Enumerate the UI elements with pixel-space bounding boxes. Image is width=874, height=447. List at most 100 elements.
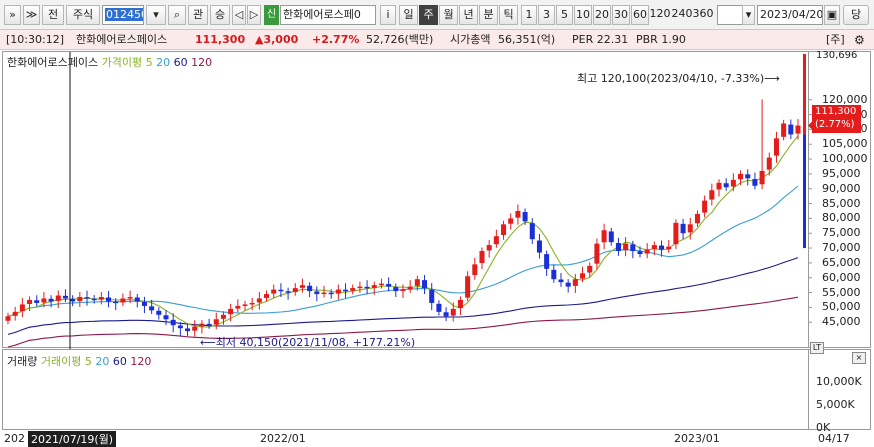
legend-volume-name: 거래량 xyxy=(7,355,38,368)
candle-body xyxy=(493,236,499,245)
price-ma5-line xyxy=(7,135,799,328)
legend-vol-ma5: 5 xyxy=(84,355,92,368)
candle-body xyxy=(386,283,392,287)
volume-axis-label: 10,000K xyxy=(816,375,862,389)
candle-body xyxy=(48,298,54,302)
candle-body xyxy=(120,298,126,303)
x-axis-label-2023: 2023/01 xyxy=(674,432,720,445)
candle-body xyxy=(170,319,176,326)
candle-body xyxy=(77,297,83,302)
candle-body xyxy=(716,182,722,190)
candle-body xyxy=(55,295,61,301)
current-price-pct: (2.77%) xyxy=(815,119,855,130)
price-legend: 한화에어로스페이스 가격이평 5 20 60 120 xyxy=(7,54,212,70)
price-axis-label: 65,000 xyxy=(822,255,861,269)
candle-body xyxy=(508,218,514,224)
candle-body xyxy=(766,157,772,170)
candle-body xyxy=(228,308,234,315)
candle-body xyxy=(486,245,492,251)
volume-legend: 거래량 거래이평 5 20 60 120 xyxy=(7,353,151,369)
candle-body xyxy=(335,289,341,294)
candle-body xyxy=(429,289,435,303)
candle-body xyxy=(41,298,47,303)
candle-body xyxy=(529,223,535,240)
legend-ma20: 20 xyxy=(156,56,171,69)
price-axis-label: 100,000 xyxy=(822,152,868,166)
candle-body xyxy=(788,124,794,135)
low-annotation-text: 최저 40,150(2021/11/08, +177.21%) xyxy=(215,336,416,349)
candle-body xyxy=(479,251,485,264)
candle-body xyxy=(242,304,248,306)
candle-body xyxy=(515,210,521,218)
close-icon: × xyxy=(855,353,863,362)
x-axis-label-2022: 2022/01 xyxy=(260,432,306,445)
candle-body xyxy=(156,310,162,315)
candle-body xyxy=(235,305,241,309)
candle-body xyxy=(601,230,607,243)
candle-body xyxy=(450,308,456,316)
panel-maximize-button[interactable]: LT xyxy=(810,342,824,354)
panel-close-button[interactable]: × xyxy=(852,352,866,364)
candle-body xyxy=(680,223,686,234)
candle-body xyxy=(623,243,629,251)
candle-body xyxy=(249,302,255,305)
candle-body xyxy=(70,298,76,302)
candle-body xyxy=(285,291,291,293)
candle-body xyxy=(98,297,104,300)
candle-body xyxy=(271,289,277,294)
candle-body xyxy=(587,265,593,273)
price-axis-label: 75,000 xyxy=(822,226,861,240)
candle-body xyxy=(422,280,428,289)
candle-body xyxy=(343,289,349,292)
high-annotation: 최고 120,100(2023/04/10, -7.33%)⟶ xyxy=(577,70,780,86)
legend-ma120: 120 xyxy=(191,56,213,69)
candle-body xyxy=(278,289,284,292)
candle-body xyxy=(544,254,550,269)
candle-body xyxy=(84,297,90,299)
candle-body xyxy=(127,297,133,299)
candle-body xyxy=(350,288,356,291)
price-axis-label: 120,000 xyxy=(822,92,868,106)
candle-body xyxy=(536,240,542,253)
candle-body xyxy=(400,289,406,292)
low-annotation: ⟵최저 40,150(2021/11/08, +177.21%) xyxy=(200,334,415,350)
candle-body xyxy=(134,297,140,302)
candle-body xyxy=(694,213,700,224)
candle-body xyxy=(781,123,787,137)
candle-body xyxy=(558,279,564,283)
candle-body xyxy=(113,301,119,304)
price-axis-label: 60,000 xyxy=(822,270,861,284)
candle-body xyxy=(472,264,478,276)
candle-body xyxy=(27,299,33,304)
candle-body xyxy=(522,212,528,222)
candle-body xyxy=(314,291,320,295)
candle-body xyxy=(759,170,765,185)
candle-body xyxy=(12,311,18,316)
price-axis-label: 90,000 xyxy=(822,181,861,195)
candle-body xyxy=(702,200,708,213)
candle-body xyxy=(723,183,729,188)
price-axis-label: 55,000 xyxy=(822,285,861,299)
candle-body xyxy=(465,276,471,298)
candle-body xyxy=(457,299,463,308)
price-axis-top-value: 130,696 xyxy=(816,50,858,61)
candle-body xyxy=(292,288,298,293)
legend-ma-label: 가격이평 xyxy=(101,56,143,69)
candle-body xyxy=(730,179,736,187)
candle-body xyxy=(34,300,40,303)
candle-body xyxy=(5,316,11,321)
price-axis-label: 80,000 xyxy=(822,211,861,225)
candle-body xyxy=(220,314,226,319)
low-arrow-icon: ⟵ xyxy=(200,336,216,349)
range-bar-up xyxy=(803,54,806,135)
price-axis-label: 70,000 xyxy=(822,241,861,255)
candle-body xyxy=(199,323,205,327)
candle-body xyxy=(630,244,636,252)
candle-body xyxy=(773,138,779,156)
candle-body xyxy=(637,251,643,254)
candle-body xyxy=(594,243,600,264)
candle-body xyxy=(141,301,147,306)
price-axis-label: 50,000 xyxy=(822,300,861,314)
volume-axis-label: 5,000K xyxy=(816,398,855,412)
candle-body xyxy=(551,269,557,280)
